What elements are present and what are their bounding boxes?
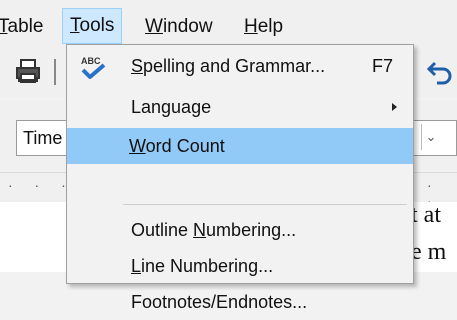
menu-bar: Table Tools Window Help <box>0 0 457 45</box>
menu-help-label: elp <box>257 16 284 37</box>
menu-tools-accelerator: T <box>70 15 80 36</box>
font-name-value: Time <box>23 128 63 148</box>
menu-table-accelerator: T <box>0 16 8 37</box>
menu-item-spelling-and-grammar[interactable]: ABC Spelling and Grammar... F7 <box>67 48 413 84</box>
menu-tools[interactable]: Tools <box>62 8 123 44</box>
menu-item-label: Footnotes/Endnotes... <box>131 292 308 312</box>
menu-item-word-count[interactable]: Word Count <box>67 128 413 164</box>
tools-menu: ABC Spelling and Grammar... F7 Language … <box>66 44 414 312</box>
menu-item-label: Outline Numbering... <box>131 220 297 240</box>
menu-item-label: Line Numbering... <box>131 256 274 276</box>
menu-item-language[interactable]: Language <box>67 89 413 125</box>
toolbar-divider <box>54 59 56 85</box>
menu-table-label: able <box>7 16 44 37</box>
document-text-line: e m <box>411 239 447 265</box>
menu-window[interactable]: Window <box>145 13 213 41</box>
menu-item-outline-numbering[interactable]: Outline Numbering... <box>67 212 413 248</box>
svg-text:ABC: ABC <box>81 56 101 66</box>
menu-item-footnotes-endnotes[interactable]: Footnotes/Endnotes... <box>67 284 413 320</box>
menu-item-shortcut: F7 <box>372 56 394 76</box>
chevron-down-icon[interactable]: ⌄ <box>421 124 440 150</box>
document-text-line: t at <box>411 202 441 228</box>
menu-table[interactable]: Table <box>0 13 43 41</box>
submenu-arrow-icon <box>392 103 397 111</box>
menu-help[interactable]: Help <box>244 13 283 41</box>
menu-window-label: indow <box>162 16 213 37</box>
menu-separator <box>123 204 407 205</box>
menu-item-label: Language <box>131 97 212 117</box>
menu-item-label: Spelling and Grammar... <box>131 56 326 76</box>
menu-window-accelerator: W <box>145 16 163 37</box>
menu-tools-label: ools <box>79 15 115 36</box>
menu-item-label: Word Count <box>129 136 225 156</box>
ruler-ticks: · · · <box>8 177 75 193</box>
menu-item-line-numbering[interactable]: Line Numbering... <box>67 248 413 284</box>
menu-help-accelerator: H <box>244 16 258 37</box>
spellcheck-abc-icon: ABC <box>81 56 106 79</box>
undo-icon[interactable] <box>425 57 455 87</box>
print-icon[interactable] <box>14 58 44 86</box>
